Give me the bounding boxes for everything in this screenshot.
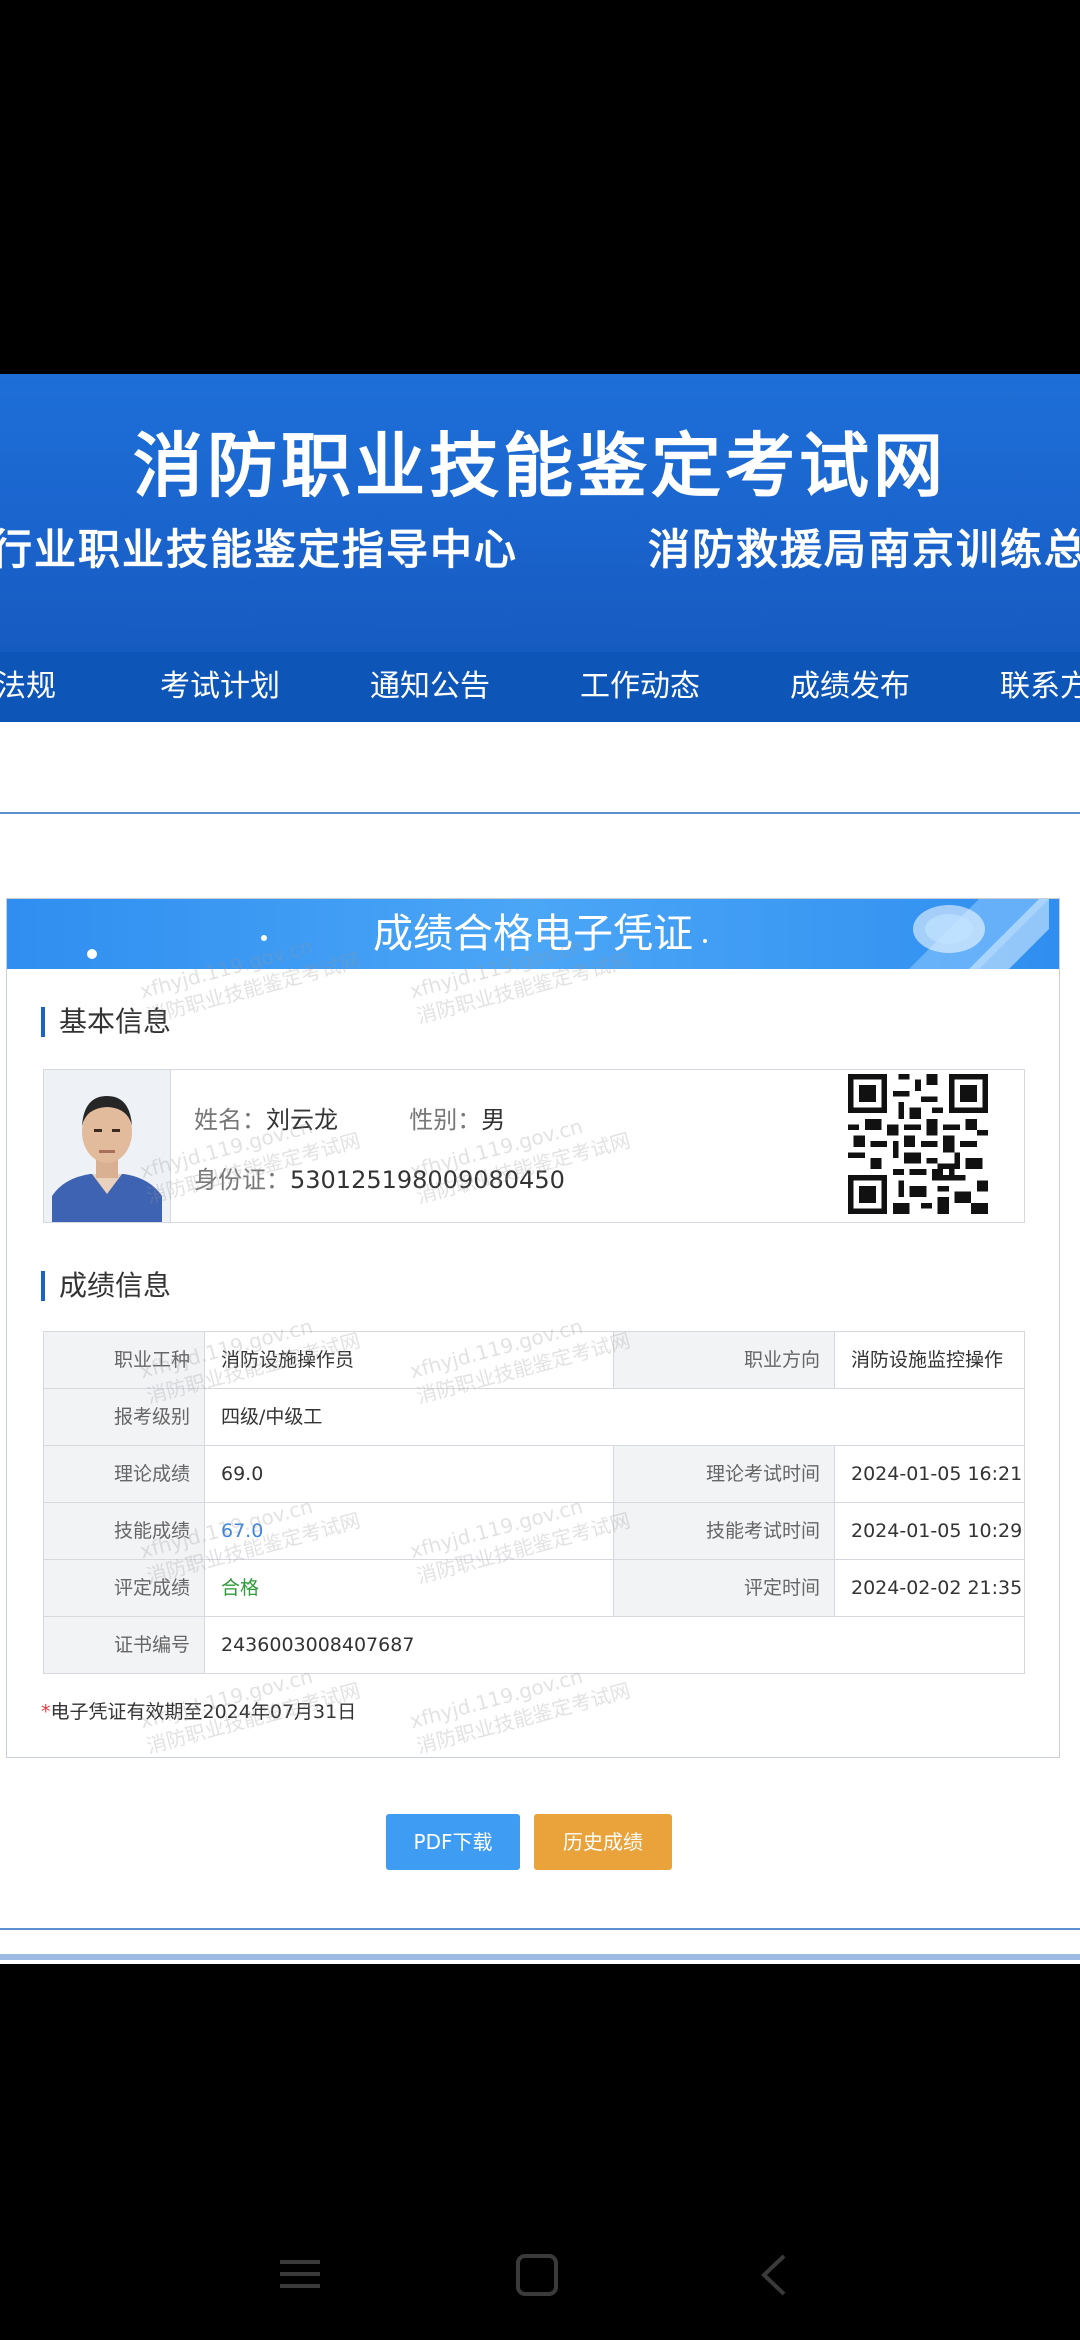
banner-subtitle-right: 消防救援局南京训练总 <box>648 525 1080 574</box>
cell-label: 证书编号 <box>44 1617 204 1673</box>
banner-subtitle-left: 行业职业技能鉴定指导中心 <box>0 525 519 574</box>
certificate-title: 成绩合格电子凭证 <box>373 911 693 957</box>
system-nav-bar <box>0 2230 1080 2320</box>
certificate-number-value: 2436003008407687 <box>221 1634 415 1656</box>
cell-label: 职业工种 <box>44 1332 204 1388</box>
nav-item-laws[interactable]: 法规 <box>0 652 56 722</box>
cell-label: 技能考试时间 <box>614 1503 834 1559</box>
name-gender-line: 姓名：刘云龙 性别：男 <box>194 1100 505 1135</box>
score-table: 职业工种 消防设施操作员 职业方向 消防设施监控操作 报考级别 四级/中级工 理… <box>43 1331 1025 1674</box>
table-row: 评定成绩 合格 评定时间 2024-02-02 21:35:52.0 <box>44 1559 1024 1616</box>
skill-score-value: 67.0 <box>221 1520 264 1542</box>
pass-status-value: 合格 <box>221 1577 260 1599</box>
certificate-header: 成绩合格电子凭证 <box>7 899 1059 969</box>
divider-line <box>0 1928 1080 1930</box>
nav-item-contact[interactable]: 联系方 <box>1000 652 1080 722</box>
id-label: 身份证： <box>194 1166 290 1194</box>
nav-item-news[interactable]: 工作动态 <box>580 652 700 722</box>
back-icon[interactable] <box>756 2252 792 2298</box>
cell-label: 评定成绩 <box>44 1560 204 1616</box>
site-title: 消防职业技能鉴定考试网 <box>133 425 947 507</box>
site-banner: 消防职业技能鉴定考试网 行业职业技能鉴定指导中心 消防救援局南京训练总 <box>0 374 1080 652</box>
cell-value: 2024-01-05 16:21:09 <box>851 1463 1023 1485</box>
name-value: 刘云龙 <box>266 1106 338 1134</box>
cell-value: 四级/中级工 <box>221 1406 323 1428</box>
note-star: * <box>41 1701 51 1723</box>
table-row: 技能成绩 67.0 技能考试时间 2024-01-05 10:29:38 <box>44 1502 1024 1559</box>
divider-line <box>0 812 1080 814</box>
footer-band <box>0 1954 1080 1960</box>
basic-info-heading: 基本信息 <box>41 1007 171 1037</box>
validity-note: *电子凭证有效期至2024年07月31日 <box>41 1697 356 1724</box>
id-line: 身份证：530125198009080450 <box>194 1160 565 1195</box>
certificate-card: 成绩合格电子凭证 基本信息 姓名：刘云龙 性别：男 身份证：5301251980… <box>6 898 1060 1758</box>
avatar <box>44 1070 170 1222</box>
gender-value: 男 <box>481 1106 506 1134</box>
pdf-download-button[interactable]: PDF下载 <box>386 1814 520 1870</box>
id-value: 530125198009080450 <box>290 1166 565 1194</box>
score-info-heading: 成绩信息 <box>41 1271 171 1301</box>
table-row: 证书编号 2436003008407687 <box>44 1616 1024 1673</box>
cell-label: 评定时间 <box>614 1560 834 1616</box>
menu-icon[interactable] <box>276 2252 324 2296</box>
nav-item-notices[interactable]: 通知公告 <box>370 652 490 722</box>
cell-label: 理论成绩 <box>44 1446 204 1502</box>
note-text: 电子凭证有效期至2024年07月31日 <box>50 1701 357 1723</box>
cell-value: 2024-02-02 21:35:52.0 <box>851 1577 1023 1599</box>
web-page: 消防职业技能鉴定考试网 行业职业技能鉴定指导中心 消防救援局南京训练总 法规 考… <box>0 374 1080 1964</box>
history-scores-button[interactable]: 历史成绩 <box>534 1814 672 1870</box>
nav-item-exam-plan[interactable]: 考试计划 <box>160 652 280 722</box>
qr-code-icon <box>848 1074 988 1214</box>
gender-label: 性别： <box>409 1106 482 1134</box>
nav-item-results[interactable]: 成绩发布 <box>790 652 910 722</box>
cell-value: 69.0 <box>221 1463 264 1485</box>
table-row: 职业工种 消防设施操作员 职业方向 消防设施监控操作 <box>44 1332 1024 1388</box>
divider <box>170 1070 171 1222</box>
table-row: 理论成绩 69.0 理论考试时间 2024-01-05 16:21:09 <box>44 1445 1024 1502</box>
name-label: 姓名： <box>194 1106 266 1134</box>
cell-label: 报考级别 <box>44 1389 204 1445</box>
main-nav: 法规 考试计划 通知公告 工作动态 成绩发布 联系方 <box>0 652 1080 722</box>
cell-label: 职业方向 <box>614 1332 834 1388</box>
cell-value: 2024-01-05 10:29:38 <box>851 1520 1023 1542</box>
cell-label: 技能成绩 <box>44 1503 204 1559</box>
basic-info-box: 姓名：刘云龙 性别：男 身份证：530125198009080450 <box>43 1069 1025 1223</box>
cell-label: 理论考试时间 <box>614 1446 834 1502</box>
cell-value: 消防设施监控操作 <box>851 1349 1004 1371</box>
home-icon[interactable] <box>514 2252 560 2298</box>
table-row: 报考级别 四级/中级工 <box>44 1388 1024 1445</box>
cell-value: 消防设施操作员 <box>221 1349 355 1371</box>
